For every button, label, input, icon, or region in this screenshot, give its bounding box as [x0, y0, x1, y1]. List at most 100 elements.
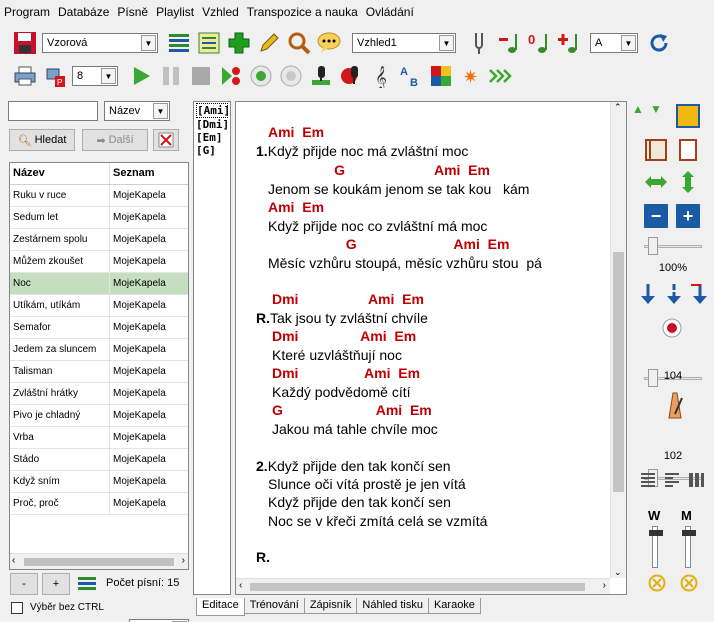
transpose-zero-icon[interactable]: 0	[526, 30, 552, 56]
menu-ovladani[interactable]: Ovládání	[362, 0, 418, 24]
table-row[interactable]: Noc MojeKapela	[10, 273, 188, 295]
chevron-down-icon[interactable]: ⌄	[614, 567, 622, 578]
microphone-green-icon[interactable]	[308, 63, 334, 89]
align-justify-icon[interactable]	[636, 468, 660, 492]
table-row[interactable]: Můžem zkoušet MojeKapela	[10, 251, 188, 273]
treble-clef-icon[interactable]: 𝄞	[368, 63, 394, 89]
w-fader-thumb[interactable]	[649, 530, 663, 536]
horizontal-resize-icon[interactable]	[644, 170, 668, 194]
clear-filter-button[interactable]	[153, 129, 179, 151]
scroll-to-end-icon[interactable]	[688, 282, 712, 306]
style-combo[interactable]: Vzorová ▼	[42, 33, 158, 53]
table-row[interactable]: Talisman MojeKapela	[10, 361, 188, 383]
color-square-icon[interactable]	[676, 104, 700, 128]
record-icon[interactable]	[660, 316, 684, 340]
column-header-name[interactable]: Název	[10, 163, 110, 184]
editor-vscrollbar[interactable]: ⌃ ⌄	[610, 102, 626, 578]
table-row[interactable]: Vrba MojeKapela	[10, 427, 188, 449]
arrow-down-small-icon[interactable]: ▼	[650, 102, 662, 116]
table-hscroll-thumb[interactable]	[24, 558, 174, 566]
zoom-slider[interactable]	[644, 236, 702, 256]
table-row[interactable]: Zestárnem spolu MojeKapela	[10, 229, 188, 251]
menu-pisne[interactable]: Písně	[113, 0, 152, 24]
playlist-icon[interactable]	[76, 574, 98, 594]
search-icon[interactable]	[286, 30, 312, 56]
m-fader-thumb[interactable]	[682, 530, 696, 536]
menu-transpozice[interactable]: Transpozice a nauka	[243, 0, 362, 24]
chord-list-item[interactable]: [Dmi]	[196, 118, 229, 131]
m-close-icon[interactable]	[680, 574, 698, 595]
tab-karaoke[interactable]: Karaoke	[427, 598, 481, 614]
sort-combo[interactable]: Název ▼	[104, 101, 170, 121]
metronome-icon[interactable]	[660, 390, 690, 420]
vertical-resize-icon[interactable]	[676, 170, 700, 194]
scroll-down-slow-icon[interactable]	[662, 282, 686, 306]
tab-nahled-tisku[interactable]: Náhled tisku	[356, 598, 429, 614]
menu-vzhled[interactable]: Vzhled	[198, 0, 243, 24]
list-yellow-icon[interactable]	[196, 30, 222, 56]
microphone-red-icon[interactable]	[338, 63, 364, 89]
save-icon[interactable]	[12, 30, 38, 56]
editor-vscroll-thumb[interactable]	[613, 252, 624, 492]
arrow-up-small-icon[interactable]: ▲	[632, 102, 644, 116]
table-row[interactable]: Když sním MojeKapela	[10, 471, 188, 493]
column-header-list[interactable]: Seznam	[110, 163, 188, 184]
table-row[interactable]: Zvláštní hrátky MojeKapela	[10, 383, 188, 405]
song-editor[interactable]: Ami Em 1.Když přijde noc má zvláštní moc…	[235, 101, 627, 595]
key-combo[interactable]: A ▼	[590, 33, 638, 53]
menu-program[interactable]: Program	[0, 0, 54, 24]
zoom-out-icon[interactable]: −	[644, 204, 668, 228]
editor-hscroll-thumb[interactable]	[250, 583, 585, 591]
align-left-icon[interactable]	[660, 468, 684, 492]
next-button[interactable]: ➡ Další	[82, 129, 148, 151]
chevron-up-icon[interactable]: ⌃	[614, 102, 622, 113]
chord-list-item[interactable]: [G]	[196, 144, 228, 157]
table-hscrollbar[interactable]: ‹ ›	[10, 553, 188, 569]
table-row[interactable]: Jedem za sluncem MojeKapela	[10, 339, 188, 361]
step-icon[interactable]	[218, 63, 244, 89]
play-icon[interactable]	[128, 63, 154, 89]
table-row[interactable]: Utíkám, utíkám MojeKapela	[10, 295, 188, 317]
table-row[interactable]: Pivo je chladný MojeKapela	[10, 405, 188, 427]
tab-zapisnik[interactable]: Zápisník	[303, 598, 358, 614]
table-row[interactable]: Ruku v ruce MojeKapela	[10, 185, 188, 207]
editor-hscrollbar[interactable]: ‹ ›	[236, 578, 610, 594]
color-grid-icon[interactable]	[428, 63, 454, 89]
print-preview-icon[interactable]: P	[42, 63, 68, 89]
table-row[interactable]: Sedum let MojeKapela	[10, 207, 188, 229]
table-row[interactable]: Semafor MojeKapela	[10, 317, 188, 339]
pause-icon[interactable]	[158, 63, 184, 89]
transpose-down-icon[interactable]	[496, 30, 522, 56]
stop-icon[interactable]	[188, 63, 214, 89]
chord-list-item[interactable]: [Em]	[196, 131, 228, 144]
tuning-fork-icon[interactable]	[466, 30, 492, 56]
align-columns-icon[interactable]	[684, 468, 708, 492]
remove-song-button[interactable]: -	[10, 573, 38, 595]
add-icon[interactable]	[226, 30, 252, 56]
zoom-slider-thumb[interactable]	[648, 237, 658, 255]
scroll-down-icon[interactable]	[636, 282, 660, 306]
count-combo[interactable]: 8 ▼	[72, 66, 118, 86]
chevron-left-icon[interactable]: ‹	[12, 555, 15, 566]
view-combo[interactable]: Vzhled1 ▼	[352, 33, 456, 53]
page-brown-icon[interactable]	[644, 138, 668, 162]
refresh-icon[interactable]	[646, 30, 672, 56]
menu-databaze[interactable]: Databáze	[54, 0, 113, 24]
tab-editace[interactable]: Editace	[196, 598, 245, 616]
table-row[interactable]: Proč, proč MojeKapela	[10, 493, 188, 515]
w-close-icon[interactable]	[648, 574, 666, 595]
star-icon[interactable]: ✷	[458, 63, 484, 89]
zoom-in-icon[interactable]: +	[676, 204, 700, 228]
search-input[interactable]	[8, 101, 98, 121]
transpose-up-icon[interactable]	[556, 30, 582, 56]
chevron-right-icon[interactable]: ›	[182, 555, 185, 566]
pencil-icon[interactable]	[256, 30, 282, 56]
record-gray-icon[interactable]	[278, 63, 304, 89]
tab-treninovani[interactable]: Trénování	[243, 598, 305, 614]
ab-icon[interactable]: AB	[398, 63, 424, 89]
search-button[interactable]: 🔍︎ Hledat	[9, 129, 75, 151]
list-green-icon[interactable]	[166, 30, 192, 56]
chevron-right-icon[interactable]: ›	[603, 580, 606, 591]
fast-forward-icon[interactable]	[488, 63, 514, 89]
print-icon[interactable]	[12, 63, 38, 89]
